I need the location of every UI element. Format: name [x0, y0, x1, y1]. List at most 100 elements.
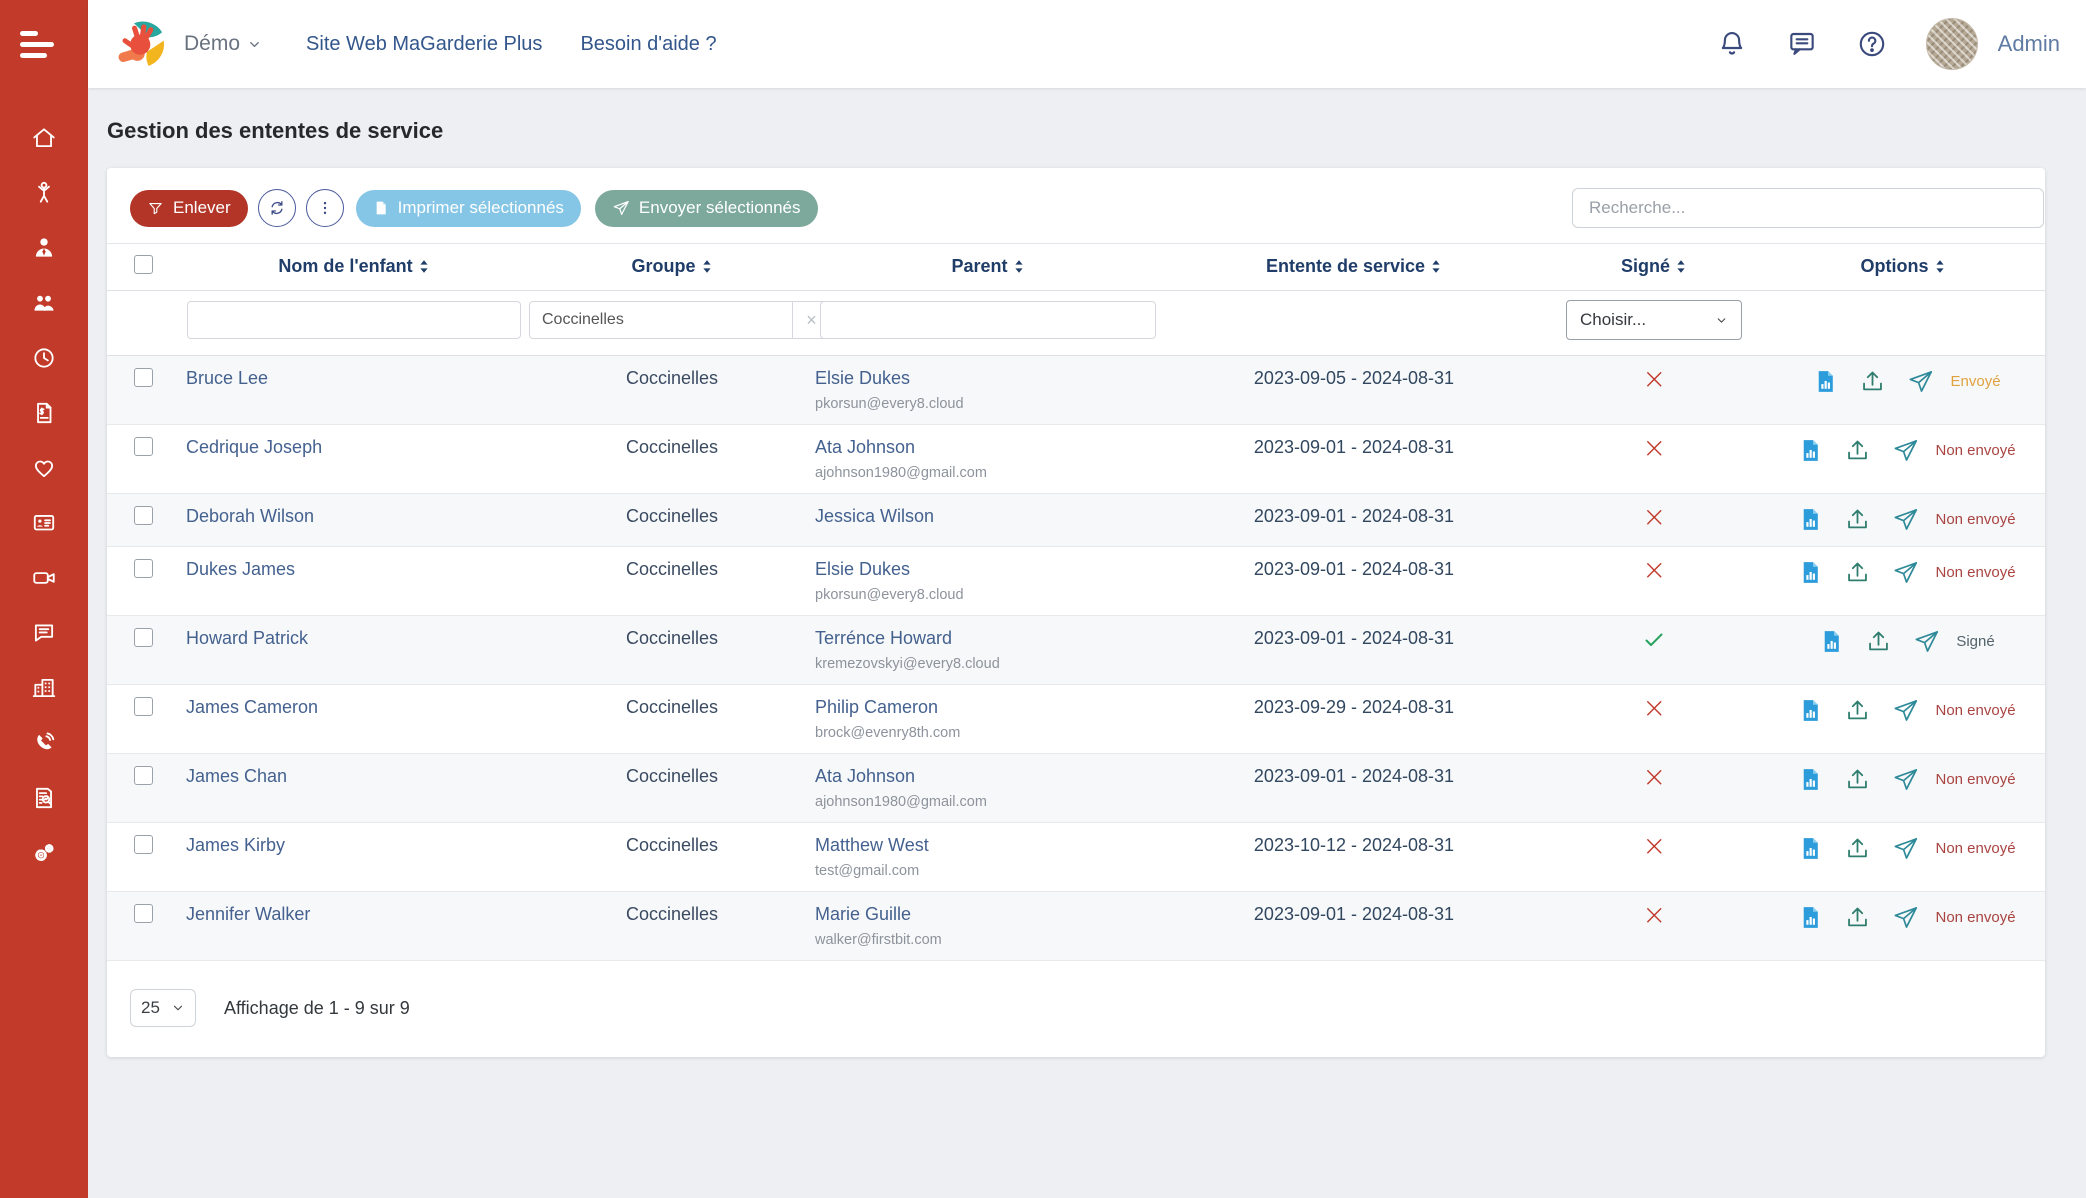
upload-agreement-button[interactable]	[1844, 506, 1871, 533]
child-name-filter-input[interactable]	[187, 301, 521, 339]
sidebar-item-cameras[interactable]	[0, 550, 88, 605]
sidebar-item-settings[interactable]	[0, 825, 88, 880]
table-row: James Chan Coccinelles Ata Johnson ajohn…	[107, 754, 2045, 823]
send-status: Signé	[1956, 633, 1994, 650]
select-all-checkbox[interactable]	[134, 255, 153, 274]
parent-name[interactable]: Jessica Wilson	[815, 506, 1161, 527]
column-header-group[interactable]: Groupe	[529, 244, 815, 291]
sidebar-item-id-cards[interactable]	[0, 495, 88, 550]
parent-name[interactable]: Ata Johnson	[815, 766, 1161, 787]
send-selected-button[interactable]: Envoyer sélectionnés	[595, 190, 818, 227]
search-input[interactable]	[1572, 188, 2044, 228]
row-checkbox[interactable]	[134, 697, 153, 716]
send-agreement-button[interactable]	[1907, 368, 1934, 395]
org-switcher[interactable]: Démo	[184, 32, 262, 56]
link-site-web[interactable]: Site Web MaGarderie Plus	[306, 33, 542, 56]
agreement-stats-button[interactable]	[1819, 628, 1844, 655]
upload-icon	[1844, 559, 1871, 586]
row-checkbox[interactable]	[134, 559, 153, 578]
agreement-stats-button[interactable]	[1798, 697, 1823, 724]
sidebar-item-messages[interactable]	[0, 605, 88, 660]
sidebar-item-facility[interactable]	[0, 660, 88, 715]
upload-agreement-button[interactable]	[1844, 437, 1871, 464]
send-agreement-button[interactable]	[1892, 697, 1919, 724]
column-header-agreement[interactable]: Entente de service	[1161, 244, 1547, 291]
parent-name[interactable]: Elsie Dukes	[815, 368, 1161, 389]
agreement-stats-button[interactable]	[1798, 835, 1823, 862]
sidebar-item-children[interactable]	[0, 165, 88, 220]
row-checkbox[interactable]	[134, 437, 153, 456]
upload-agreement-button[interactable]	[1844, 559, 1871, 586]
sidebar-item-families[interactable]	[0, 275, 88, 330]
child-name[interactable]: James Kirby	[186, 835, 285, 855]
send-agreement-button[interactable]	[1892, 437, 1919, 464]
agreement-stats-button[interactable]	[1798, 766, 1823, 793]
sidebar-item-attendance[interactable]	[0, 330, 88, 385]
parent-name[interactable]: Marie Guille	[815, 904, 1161, 925]
reports-icon	[31, 785, 57, 811]
sidebar-item-calls[interactable]	[0, 715, 88, 770]
remove-filter-button[interactable]: Enlever	[130, 190, 248, 227]
agreement-stats-button[interactable]	[1798, 904, 1823, 931]
row-checkbox[interactable]	[134, 628, 153, 647]
row-checkbox[interactable]	[134, 506, 153, 525]
row-checkbox[interactable]	[134, 766, 153, 785]
agreement-stats-button[interactable]	[1798, 437, 1823, 464]
send-agreement-button[interactable]	[1892, 559, 1919, 586]
agreement-stats-button[interactable]	[1813, 368, 1838, 395]
print-selected-button[interactable]: Imprimer sélectionnés	[356, 190, 581, 227]
sidebar-item-health[interactable]	[0, 440, 88, 495]
sidebar-item-home[interactable]	[0, 110, 88, 165]
avatar[interactable]	[1926, 18, 1978, 70]
sidebar-item-reports[interactable]	[0, 770, 88, 825]
child-name[interactable]: James Cameron	[186, 697, 318, 717]
signed-filter-select[interactable]: Choisir...	[1566, 300, 1742, 340]
column-header-options[interactable]: Options	[1761, 244, 2045, 291]
send-agreement-button[interactable]	[1913, 628, 1940, 655]
menu-toggle-button[interactable]	[0, 0, 88, 88]
messages-icon	[31, 620, 57, 646]
agreement-stats-button[interactable]	[1798, 506, 1823, 533]
more-options-button[interactable]	[306, 189, 344, 227]
column-header-parent[interactable]: Parent	[815, 244, 1161, 291]
parent-name[interactable]: Terrénce Howard	[815, 628, 1161, 649]
messages-button[interactable]	[1786, 28, 1818, 60]
child-name[interactable]: Howard Patrick	[186, 628, 308, 648]
row-checkbox[interactable]	[134, 904, 153, 923]
send-agreement-button[interactable]	[1892, 904, 1919, 931]
child-name[interactable]: Bruce Lee	[186, 368, 268, 388]
refresh-button[interactable]	[258, 189, 296, 227]
parent-name[interactable]: Philip Cameron	[815, 697, 1161, 718]
agreement-stats-button[interactable]	[1798, 559, 1823, 586]
notifications-button[interactable]	[1716, 28, 1748, 60]
row-checkbox[interactable]	[134, 835, 153, 854]
child-name[interactable]: Dukes James	[186, 559, 295, 579]
child-name[interactable]: Deborah Wilson	[186, 506, 314, 526]
send-agreement-button[interactable]	[1892, 835, 1919, 862]
parent-name[interactable]: Ata Johnson	[815, 437, 1161, 458]
page-size-select[interactable]: 25	[130, 989, 196, 1027]
upload-agreement-button[interactable]	[1844, 697, 1871, 724]
parent-name[interactable]: Elsie Dukes	[815, 559, 1161, 580]
help-button[interactable]	[1856, 28, 1888, 60]
child-name[interactable]: Cedrique Joseph	[186, 437, 322, 457]
upload-agreement-button[interactable]	[1844, 835, 1871, 862]
parent-filter-input[interactable]	[820, 301, 1156, 339]
upload-agreement-button[interactable]	[1844, 904, 1871, 931]
column-header-child-name[interactable]: Nom de l'enfant	[179, 244, 529, 291]
upload-agreement-button[interactable]	[1865, 628, 1892, 655]
upload-agreement-button[interactable]	[1859, 368, 1886, 395]
send-agreement-button[interactable]	[1892, 766, 1919, 793]
group-filter-input[interactable]	[530, 302, 792, 338]
row-checkbox[interactable]	[134, 368, 153, 387]
sidebar-item-staff[interactable]	[0, 220, 88, 275]
send-agreement-button[interactable]	[1892, 506, 1919, 533]
child-name[interactable]: James Chan	[186, 766, 287, 786]
child-name[interactable]: Jennifer Walker	[186, 904, 310, 924]
upload-agreement-button[interactable]	[1844, 766, 1871, 793]
filter-empty-cell	[1161, 291, 1547, 356]
sidebar-item-billing[interactable]	[0, 385, 88, 440]
column-header-signed[interactable]: Signé	[1547, 244, 1761, 291]
link-help[interactable]: Besoin d'aide ?	[580, 33, 716, 56]
parent-name[interactable]: Matthew West	[815, 835, 1161, 856]
